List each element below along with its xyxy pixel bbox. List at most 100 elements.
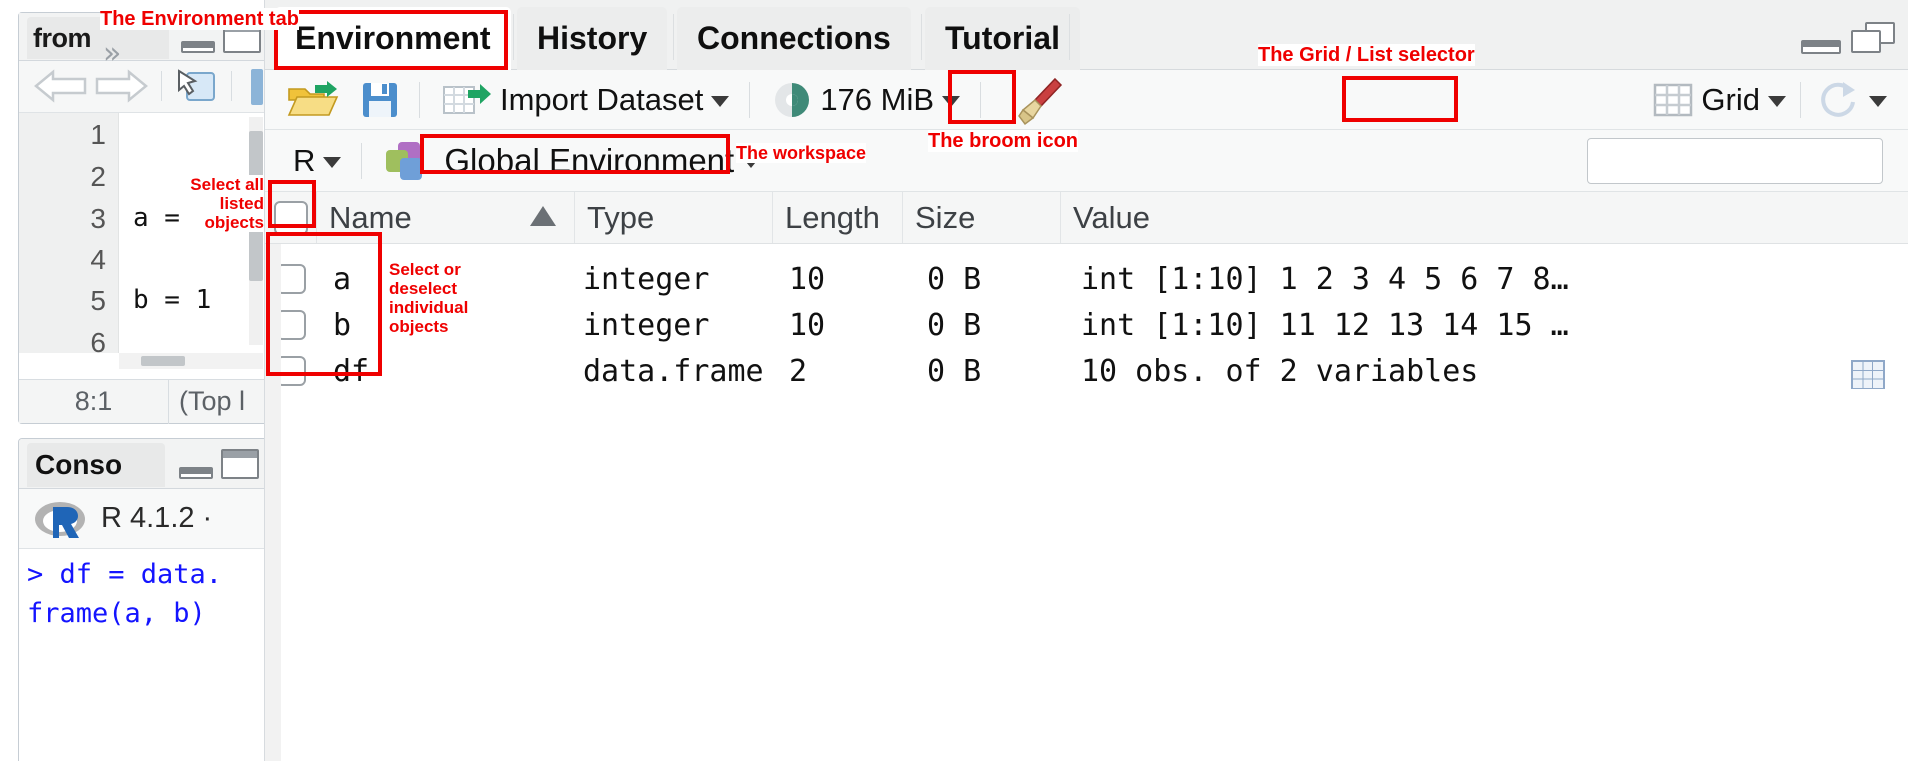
source-horizontal-scrollbar[interactable] (119, 353, 263, 369)
select-all-checkbox[interactable] (273, 200, 308, 235)
source-toolbar (19, 61, 264, 113)
console-minimize-icon[interactable] (179, 467, 213, 479)
source-status-bar: 8:1 (Top l (19, 379, 264, 424)
environment-objects-table: Name Type Length Size Value a integer 10… (265, 192, 1908, 761)
tab-console[interactable]: Conso (27, 443, 165, 487)
r-logo-icon (35, 501, 85, 538)
row-type: data.frame (583, 353, 764, 389)
import-table-icon (443, 83, 491, 114)
show-in-new-window-icon[interactable] (177, 69, 217, 105)
language-label: R (293, 142, 316, 178)
sort-ascending-icon (530, 206, 556, 226)
pane-restore-icon[interactable] (1851, 22, 1895, 54)
left-pane: from » 1 2 3 4 5 6 a = 1 b = 1 8:1 (Top … (0, 0, 264, 761)
open-folder-icon (287, 80, 339, 116)
source-code-area[interactable]: a = 1 b = 1 (119, 113, 251, 353)
pane-minimize-icon[interactable] (1801, 40, 1841, 54)
column-header-name-label: Name (329, 199, 412, 235)
row-size: 0 B (927, 353, 982, 389)
gutter-line-6: 6 (90, 327, 106, 358)
tab-connections-label: Connections (697, 20, 891, 56)
import-dataset-caret-icon[interactable] (711, 96, 730, 107)
tab-connections[interactable]: Connections (677, 7, 911, 70)
environment-tabbar: Environment History Connections Tutorial (265, 0, 1908, 70)
row-size: 0 B (927, 307, 982, 343)
row-size: 0 B (927, 261, 982, 297)
source-toolbar-partial-icon[interactable] (251, 69, 263, 105)
row-length: 2 (789, 353, 808, 389)
language-caret-icon[interactable] (323, 157, 342, 168)
column-header-size-label: Size (915, 199, 976, 235)
memory-usage-caret-icon[interactable] (942, 96, 961, 107)
row-value: 10 obs. of 2 variables (1081, 353, 1479, 389)
refresh-icon (1821, 81, 1855, 117)
console-output[interactable]: > df = data. frame(a, b) (19, 549, 264, 761)
rstudio-screenshot: from » 1 2 3 4 5 6 a = 1 b = 1 8:1 (Top … (0, 0, 1908, 761)
refresh-button[interactable] (1811, 76, 1893, 124)
view-mode-selector[interactable]: Grid (1647, 76, 1792, 124)
back-arrow-icon[interactable] (33, 69, 89, 103)
source-horizontal-scroll-thumb[interactable] (141, 356, 185, 366)
clear-objects-button[interactable] (1009, 76, 1073, 125)
row-name: df (333, 353, 370, 389)
row-value: int [1:10] 11 12 13 14 15 … (1081, 307, 1569, 343)
environment-window-controls (1801, 22, 1895, 54)
grid-icon (1654, 83, 1693, 116)
code-line-5: b = 1 (133, 285, 212, 315)
row-value-cell: 10 obs. of 2 variables (1061, 354, 1908, 389)
memory-usage-button[interactable]: 176 MiB (766, 76, 966, 124)
column-header-size[interactable]: Size (903, 192, 1061, 243)
save-workspace-button[interactable] (355, 76, 405, 124)
source-scope-label: (Top l (179, 386, 246, 416)
tab-history[interactable]: History (517, 7, 668, 70)
column-header-value[interactable]: Value (1061, 192, 1908, 243)
source-gutter: 1 2 3 4 5 6 (19, 113, 119, 358)
workspace-selector[interactable]: Global Environment (438, 137, 766, 185)
environment-toolbar: Import Dataset 176 MiB Grid (265, 70, 1908, 130)
load-workspace-button[interactable] (281, 76, 345, 124)
table-row[interactable]: df data.frame 2 0 B 10 obs. of 2 variabl… (265, 348, 1908, 394)
row-value: int [1:10] 1 2 3 4 5 6 7 8… (1081, 261, 1569, 297)
console-tab-label: Conso (35, 449, 123, 480)
search-objects-box[interactable] (1587, 138, 1908, 184)
row-type: integer (583, 261, 710, 297)
tab-environment-label: Environment (295, 20, 491, 56)
memory-usage-label: 176 MiB (820, 81, 935, 117)
save-disk-icon (363, 82, 397, 117)
column-header-value-label: Value (1073, 199, 1150, 235)
search-input[interactable] (1598, 145, 1908, 177)
column-header-type[interactable]: Type (575, 192, 773, 243)
console-maximize-icon[interactable] (221, 449, 259, 479)
console-info-row: R 4.1.2 · (19, 489, 264, 549)
broom-icon (1018, 77, 1063, 125)
language-selector[interactable]: R (287, 137, 347, 185)
table-row[interactable]: a integer 10 0 B int [1:10] 1 2 3 4 5 6 … (265, 256, 1908, 302)
table-left-scroll-gutter[interactable] (265, 244, 281, 761)
pie-chart-icon (775, 82, 810, 117)
column-header-name[interactable]: Name (317, 192, 575, 243)
column-header-type-label: Type (587, 199, 655, 235)
gutter-line-5: 5 (90, 285, 106, 316)
view-dataframe-icon[interactable] (1851, 359, 1885, 389)
tab-environment[interactable]: Environment (275, 7, 511, 70)
console-panel: Conso R 4.1.2 · > df = data. frame(a, b) (18, 438, 264, 761)
console-tabbar: Conso (19, 439, 264, 489)
console-line-2: frame(a, b) (27, 598, 206, 630)
annotation-label-grid-list-selector: The Grid / List selector (1258, 44, 1475, 67)
column-header-length[interactable]: Length (773, 192, 903, 243)
tab-tutorial[interactable]: Tutorial (925, 7, 1080, 70)
import-dataset-button[interactable]: Import Dataset (436, 76, 735, 124)
forward-arrow-icon[interactable] (93, 69, 149, 103)
annotation-label-environment-tab: The Environment tab (100, 8, 299, 31)
view-mode-caret-icon[interactable] (1768, 96, 1786, 107)
refresh-caret-icon[interactable] (1869, 96, 1887, 107)
minimize-icon[interactable] (181, 41, 215, 53)
workspace-name-label: Global Environment (444, 141, 735, 179)
environment-pane: Environment History Connections Tutorial (264, 0, 1908, 761)
import-dataset-label: Import Dataset (500, 81, 704, 117)
row-length: 10 (789, 261, 826, 297)
annotation-label-select-individual: Select or deselect individual objects (389, 260, 479, 337)
gutter-line-3: 3 (90, 203, 106, 234)
table-row[interactable]: b integer 10 0 B int [1:10] 11 12 13 14 … (265, 302, 1908, 348)
annotation-label-select-all: Select all listed objects (180, 175, 264, 233)
